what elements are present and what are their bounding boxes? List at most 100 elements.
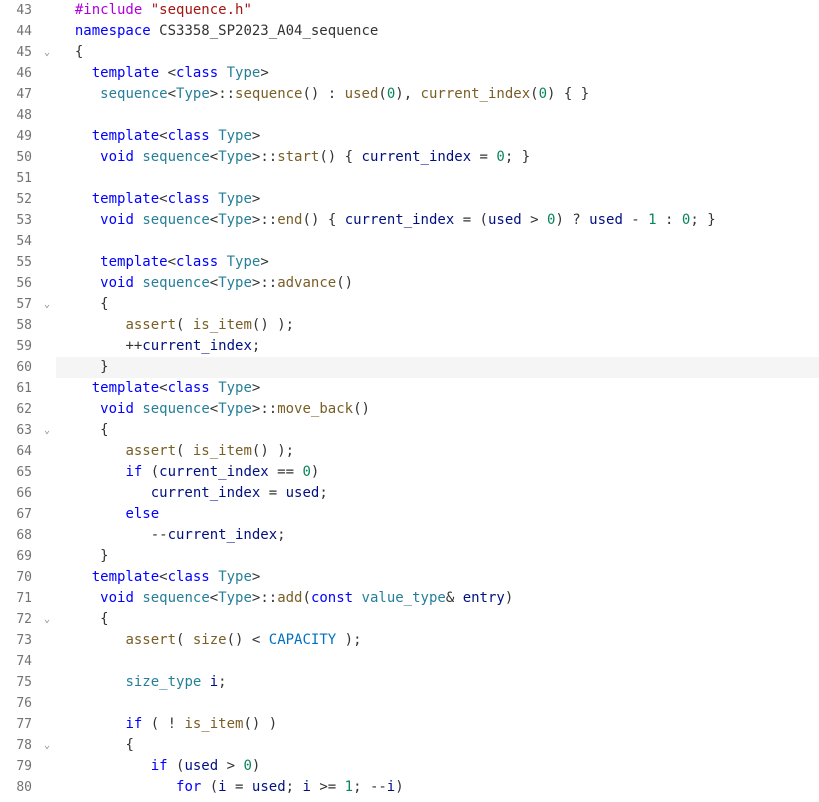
- code-line[interactable]: if (current_index == 0): [56, 462, 819, 483]
- line-number: 67: [0, 504, 36, 525]
- code-line[interactable]: template<class Type>: [56, 189, 819, 210]
- fold-marker: [38, 21, 56, 42]
- fold-marker: [38, 651, 56, 672]
- fold-marker: [38, 378, 56, 399]
- fold-marker: [38, 0, 56, 21]
- line-number: 52: [0, 189, 36, 210]
- line-number: 72: [0, 609, 36, 630]
- code-line[interactable]: {: [56, 420, 819, 441]
- chevron-down-icon[interactable]: ⌄: [44, 609, 50, 630]
- code-line[interactable]: namespace CS3358_SP2023_A04_sequence: [56, 21, 819, 42]
- fold-marker: [38, 756, 56, 777]
- code-line[interactable]: template <class Type>: [56, 63, 819, 84]
- code-line[interactable]: if (used > 0): [56, 756, 819, 777]
- fold-marker[interactable]: ⌄: [38, 735, 56, 756]
- code-line[interactable]: [56, 231, 819, 252]
- fold-marker: [38, 462, 56, 483]
- code-line[interactable]: for (i = used; i >= 1; --i): [56, 777, 819, 798]
- code-line[interactable]: else: [56, 504, 819, 525]
- fold-marker: [38, 105, 56, 126]
- fold-marker: [38, 273, 56, 294]
- code-line[interactable]: assert( is_item() );: [56, 315, 819, 336]
- code-line[interactable]: [56, 693, 819, 714]
- fold-marker: [38, 777, 56, 798]
- fold-marker: [38, 126, 56, 147]
- code-line[interactable]: [56, 105, 819, 126]
- fold-marker: [38, 672, 56, 693]
- fold-marker: [38, 546, 56, 567]
- code-line[interactable]: {: [56, 42, 819, 63]
- fold-marker: [38, 630, 56, 651]
- fold-marker[interactable]: ⌄: [38, 294, 56, 315]
- fold-marker[interactable]: ⌄: [38, 609, 56, 630]
- code-line[interactable]: }: [56, 357, 819, 378]
- line-number: 53: [0, 210, 36, 231]
- line-number: 75: [0, 672, 36, 693]
- chevron-down-icon[interactable]: ⌄: [44, 42, 50, 63]
- code-line[interactable]: assert( size() < CAPACITY );: [56, 630, 819, 651]
- line-number: 49: [0, 126, 36, 147]
- code-line[interactable]: assert( is_item() );: [56, 441, 819, 462]
- code-line[interactable]: {: [56, 609, 819, 630]
- code-line[interactable]: void sequence<Type>::start() { current_i…: [56, 147, 819, 168]
- code-line[interactable]: #include "sequence.h": [56, 0, 819, 21]
- line-number: 57: [0, 294, 36, 315]
- fold-marker: [38, 147, 56, 168]
- code-line[interactable]: {: [56, 735, 819, 756]
- fold-marker: [38, 189, 56, 210]
- fold-marker[interactable]: ⌄: [38, 420, 56, 441]
- line-number: 56: [0, 273, 36, 294]
- line-number: 70: [0, 567, 36, 588]
- code-line[interactable]: template<class Type>: [56, 252, 819, 273]
- code-line[interactable]: template<class Type>: [56, 378, 819, 399]
- fold-marker: [38, 399, 56, 420]
- line-number: 60: [0, 357, 36, 378]
- line-number: 77: [0, 714, 36, 735]
- code-editor[interactable]: 4344454647484950515253545556575859606162…: [0, 0, 819, 798]
- line-number: 51: [0, 168, 36, 189]
- line-number: 59: [0, 336, 36, 357]
- code-line[interactable]: size_type i;: [56, 672, 819, 693]
- code-line[interactable]: [56, 651, 819, 672]
- line-number: 55: [0, 252, 36, 273]
- code-line[interactable]: if ( ! is_item() ): [56, 714, 819, 735]
- code-line[interactable]: ++current_index;: [56, 336, 819, 357]
- line-number: 79: [0, 756, 36, 777]
- line-number: 65: [0, 462, 36, 483]
- line-number: 58: [0, 315, 36, 336]
- chevron-down-icon[interactable]: ⌄: [44, 294, 50, 315]
- code-line[interactable]: sequence<Type>::sequence() : used(0), cu…: [56, 84, 819, 105]
- fold-marker: [38, 714, 56, 735]
- line-number: 48: [0, 105, 36, 126]
- fold-marker: [38, 210, 56, 231]
- code-line[interactable]: [56, 168, 819, 189]
- line-number: 50: [0, 147, 36, 168]
- line-number: 47: [0, 84, 36, 105]
- line-number: 63: [0, 420, 36, 441]
- code-line[interactable]: void sequence<Type>::move_back(): [56, 399, 819, 420]
- code-line[interactable]: void sequence<Type>::advance(): [56, 273, 819, 294]
- code-line[interactable]: void sequence<Type>::add(const value_typ…: [56, 588, 819, 609]
- code-line[interactable]: --current_index;: [56, 525, 819, 546]
- fold-marker: [38, 693, 56, 714]
- fold-marker[interactable]: ⌄: [38, 42, 56, 63]
- fold-marker: [38, 504, 56, 525]
- fold-marker: [38, 168, 56, 189]
- line-number: 76: [0, 693, 36, 714]
- line-number: 44: [0, 21, 36, 42]
- code-line[interactable]: }: [56, 546, 819, 567]
- chevron-down-icon[interactable]: ⌄: [44, 420, 50, 441]
- fold-column: ⌄ ⌄ ⌄ ⌄ ⌄: [38, 0, 56, 798]
- line-number: 69: [0, 546, 36, 567]
- line-number: 46: [0, 63, 36, 84]
- line-number: 62: [0, 399, 36, 420]
- chevron-down-icon[interactable]: ⌄: [44, 735, 50, 756]
- code-line[interactable]: template<class Type>: [56, 126, 819, 147]
- line-number: 45: [0, 42, 36, 63]
- code-line[interactable]: current_index = used;: [56, 483, 819, 504]
- code-line[interactable]: template<class Type>: [56, 567, 819, 588]
- code-line[interactable]: void sequence<Type>::end() { current_ind…: [56, 210, 819, 231]
- fold-marker: [38, 63, 56, 84]
- code-line[interactable]: {: [56, 294, 819, 315]
- code-content[interactable]: #include "sequence.h" namespace CS3358_S…: [56, 0, 819, 798]
